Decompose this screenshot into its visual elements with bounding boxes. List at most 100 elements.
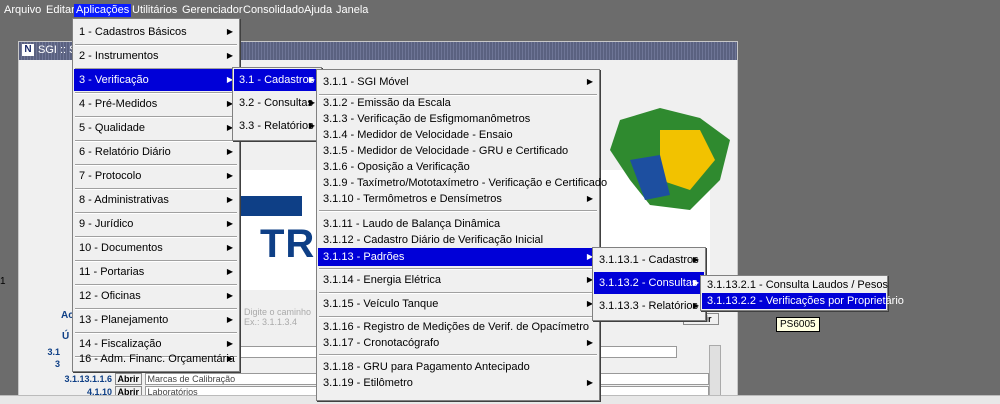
menu-consolidado[interactable]: Consolidado	[241, 4, 306, 17]
menu-item-label: 3.1 - Cadastros	[239, 74, 315, 86]
menu-item-3-2-consultas[interactable]: 3.2 - Consultas ▶	[234, 92, 320, 114]
menu-item-3-1-13-padroes[interactable]: 3.1.13 - Padrões ▶	[318, 248, 598, 266]
recent-row-open-button[interactable]: Abrir	[114, 373, 143, 385]
menu-item-3-1-9[interactable]: 3.1.9 - Taxímetro/Mototaxímetro - Verifi…	[318, 175, 607, 191]
menu-item-label: 3.1.13.2.1 - Consulta Laudos / Pesos	[707, 279, 889, 291]
menu-item-3-1-16[interactable]: 3.1.16 - Registro de Medições de Verif. …	[318, 319, 598, 335]
menu-item-label: 3.1.13.2 - Consultas	[599, 277, 698, 289]
menu-item-qualidade[interactable]: 5 - Qualidade ▶	[74, 117, 238, 139]
menu-item-consulta-laudos[interactable]: 3.1.13.2.1 - Consulta Laudos / Pesos	[702, 277, 889, 293]
menu-separator	[319, 316, 597, 318]
menu-item-protocolo[interactable]: 7 - Protocolo ▶	[74, 165, 238, 187]
menu-arquivo[interactable]: Arquivo	[2, 4, 43, 17]
menu-utilitarios[interactable]: Utilitários	[130, 4, 179, 17]
menu-item-verificacao[interactable]: 3 - Verificação ▶	[74, 69, 238, 91]
window-title: SGI :: S	[38, 44, 77, 56]
menu-item-3-1-15[interactable]: 3.1.15 - Veículo Tanque ▶	[318, 293, 598, 315]
recent-row-code: 3.1.13.1.1.6	[64, 374, 112, 384]
submenu-arrow-icon: ▶	[226, 354, 233, 363]
menu-item-3-1-17[interactable]: 3.1.17 - Cronotacógrafo ▶	[318, 335, 598, 351]
menu-item-documentos[interactable]: 10 - Documentos ▶	[74, 237, 238, 259]
menu-item-label: 3.1.3 - Verificação de Esfigmomanômetros	[323, 113, 531, 125]
submenu-arrow-icon: ▶	[586, 77, 593, 86]
left-margin-mark: 1	[0, 276, 6, 287]
last-accessed-label: Ú	[62, 331, 70, 342]
submenu-arrow-icon: ▶	[226, 219, 233, 228]
menu-item-label: 3.1.16 - Registro de Medições de Verif. …	[323, 321, 589, 333]
menu-item-3-1-5[interactable]: 3.1.5 - Medidor de Velocidade - GRU e Ce…	[318, 143, 598, 159]
menu-item-label: 4 - Pré-Medidos	[79, 98, 158, 110]
aplicacoes-menu: 1 - Cadastros Básicos ▶ 2 - Instrumentos ▶…	[72, 18, 240, 372]
submenu-arrow-icon: ▶	[226, 51, 233, 60]
menu-item-3-1-13-2-consultas[interactable]: 3.1.13.2 - Consultas ▶	[594, 272, 704, 294]
recent-row-code: 3	[54, 359, 60, 369]
submenu-arrow-icon: ▶	[226, 267, 233, 276]
menu-item-label: 9 - Jurídico	[79, 218, 134, 230]
submenu-arrow-icon: ▶	[586, 378, 593, 387]
menu-item-3-1-11[interactable]: 3.1.11 - Laudo de Balança Dinâmica	[318, 216, 598, 232]
menu-item-label: 3.1.13 - Padrões	[323, 251, 405, 263]
menu-item-juridico[interactable]: 9 - Jurídico ▶	[74, 213, 238, 235]
submenu-arrow-icon: ▶	[226, 27, 233, 36]
menu-item-3-1-6[interactable]: 3.1.6 - Oposição a Verificação	[318, 159, 598, 175]
menu-item-label: 3.1.13.2.2 - Verificações por Proprietár…	[707, 295, 904, 307]
menu-item-label: 3.2 - Consultas	[239, 97, 313, 109]
menu-item-instrumentos[interactable]: 2 - Instrumentos ▶	[74, 45, 238, 67]
submenu-arrow-icon: ▶	[586, 194, 593, 203]
menu-item-3-1-cadastros[interactable]: 3.1 - Cadastros ▶	[234, 69, 320, 91]
menu-item-label: 3 - Verificação	[79, 74, 149, 86]
path-hint-title: Digite o caminho	[244, 307, 312, 317]
menu-item-label: 3.1.13.1 - Cadastros	[599, 254, 699, 266]
menu-item-3-1-18[interactable]: 3.1.18 - GRU para Pagamento Antecipado	[318, 359, 598, 375]
menu-item-pre-medidos[interactable]: 4 - Pré-Medidos ▶	[74, 93, 238, 115]
cadastros-submenu: 3.1.1 - SGI Móvel ▶ 3.1.2 - Emissão da Es…	[316, 69, 607, 401]
menu-item-label: 3.3 - Relatórios	[239, 120, 314, 132]
path-hint-example: Ex.: 3.1.1.3.4	[244, 317, 298, 327]
menu-item-planejamento[interactable]: 13 - Planejamento ▶	[74, 309, 238, 331]
menu-item-label: 3.1.13.3 - Relatórios	[599, 300, 699, 312]
menu-item-3-1-4[interactable]: 3.1.4 - Medidor de Velocidade - Ensaio	[318, 127, 598, 143]
app-logo-icon: N	[22, 44, 34, 56]
menu-item-3-1-19[interactable]: 3.1.19 - Etilômetro ▶	[318, 375, 598, 391]
menu-item-label: 3.1.1 - SGI Móvel	[323, 76, 409, 88]
menu-ajuda[interactable]: Ajuda	[302, 4, 334, 17]
menu-item-label: 1 - Cadastros Básicos	[79, 26, 187, 38]
menu-item-oficinas[interactable]: 12 - Oficinas ▶	[74, 285, 238, 307]
menu-item-label: 3.1.19 - Etilômetro	[323, 377, 413, 389]
menu-item-relatorio-diario[interactable]: 6 - Relatório Diário ▶	[74, 141, 238, 163]
path-hint: Digite o caminho Ex.: 3.1.1.3.4	[244, 307, 311, 327]
menu-item-label: 3.1.11 - Laudo de Balança Dinâmica	[323, 218, 501, 230]
menu-item-3-1-13-1-cadastros[interactable]: 3.1.13.1 - Cadastros ▶	[594, 249, 704, 271]
menu-aplicacoes[interactable]: Aplicações	[74, 4, 132, 17]
menu-item-3-1-2[interactable]: 3.1.2 - Emissão da Escala	[318, 95, 598, 111]
menu-item-administrativas[interactable]: 8 - Administrativas ▶	[74, 189, 238, 211]
tooltip: PS6005	[776, 317, 820, 332]
menu-item-3-1-14[interactable]: 3.1.14 - Energia Elétrica ▶	[318, 269, 598, 291]
menu-item-label: 3.1.18 - GRU para Pagamento Antecipado	[323, 361, 530, 373]
menu-item-3-1-13-3-relatorios[interactable]: 3.1.13.3 - Relatórios ▶	[594, 295, 704, 317]
menu-item-verificacoes-proprietario[interactable]: 3.1.13.2.2 - Verificações por Proprietár…	[702, 293, 904, 309]
menu-item-adm-financ[interactable]: 16 - Adm. Financ. Orçamentária ▶	[74, 348, 238, 370]
menu-separator	[319, 210, 597, 212]
menu-item-3-1-10[interactable]: 3.1.10 - Termômetros e Densímetros ▶	[318, 191, 598, 207]
menu-item-label: 8 - Administrativas	[79, 194, 169, 206]
recent-list-scrollbar[interactable]	[709, 345, 721, 397]
brazil-map-image	[610, 108, 730, 210]
menu-item-label: 16 - Adm. Financ. Orçamentária	[79, 353, 235, 365]
menu-item-label: 11 - Portarias	[79, 266, 145, 278]
menu-item-label: 3.1.5 - Medidor de Velocidade - GRU e Ce…	[323, 145, 569, 157]
menu-item-label: 10 - Documentos	[79, 242, 163, 254]
menu-editar[interactable]: Editar	[44, 4, 77, 17]
menu-item-3-1-3[interactable]: 3.1.3 - Verificação de Esfigmomanômetros	[318, 111, 598, 127]
menu-item-3-1-12[interactable]: 3.1.12 - Cadastro Diário de Verificação …	[318, 232, 598, 248]
menu-item-label: 3.1.2 - Emissão da Escala	[323, 97, 451, 109]
menu-item-label: 3.1.9 - Taxímetro/Mototaxímetro - Verifi…	[323, 177, 608, 189]
padroes-submenu: 3.1.13.1 - Cadastros ▶ 3.1.13.2 - Consult…	[592, 247, 706, 321]
menu-janela[interactable]: Janela	[334, 4, 370, 17]
menu-gerenciador[interactable]: Gerenciador	[180, 4, 245, 17]
menu-item-label: 2 - Instrumentos	[79, 50, 159, 62]
menu-item-portarias[interactable]: 11 - Portarias ▶	[74, 261, 238, 283]
menu-item-3-3-relatorios[interactable]: 3.3 - Relatórios ▶	[234, 115, 320, 137]
menu-item-3-1-1[interactable]: 3.1.1 - SGI Móvel ▶	[318, 71, 598, 93]
menu-item-cadastros-basicos[interactable]: 1 - Cadastros Básicos ▶	[74, 21, 238, 43]
